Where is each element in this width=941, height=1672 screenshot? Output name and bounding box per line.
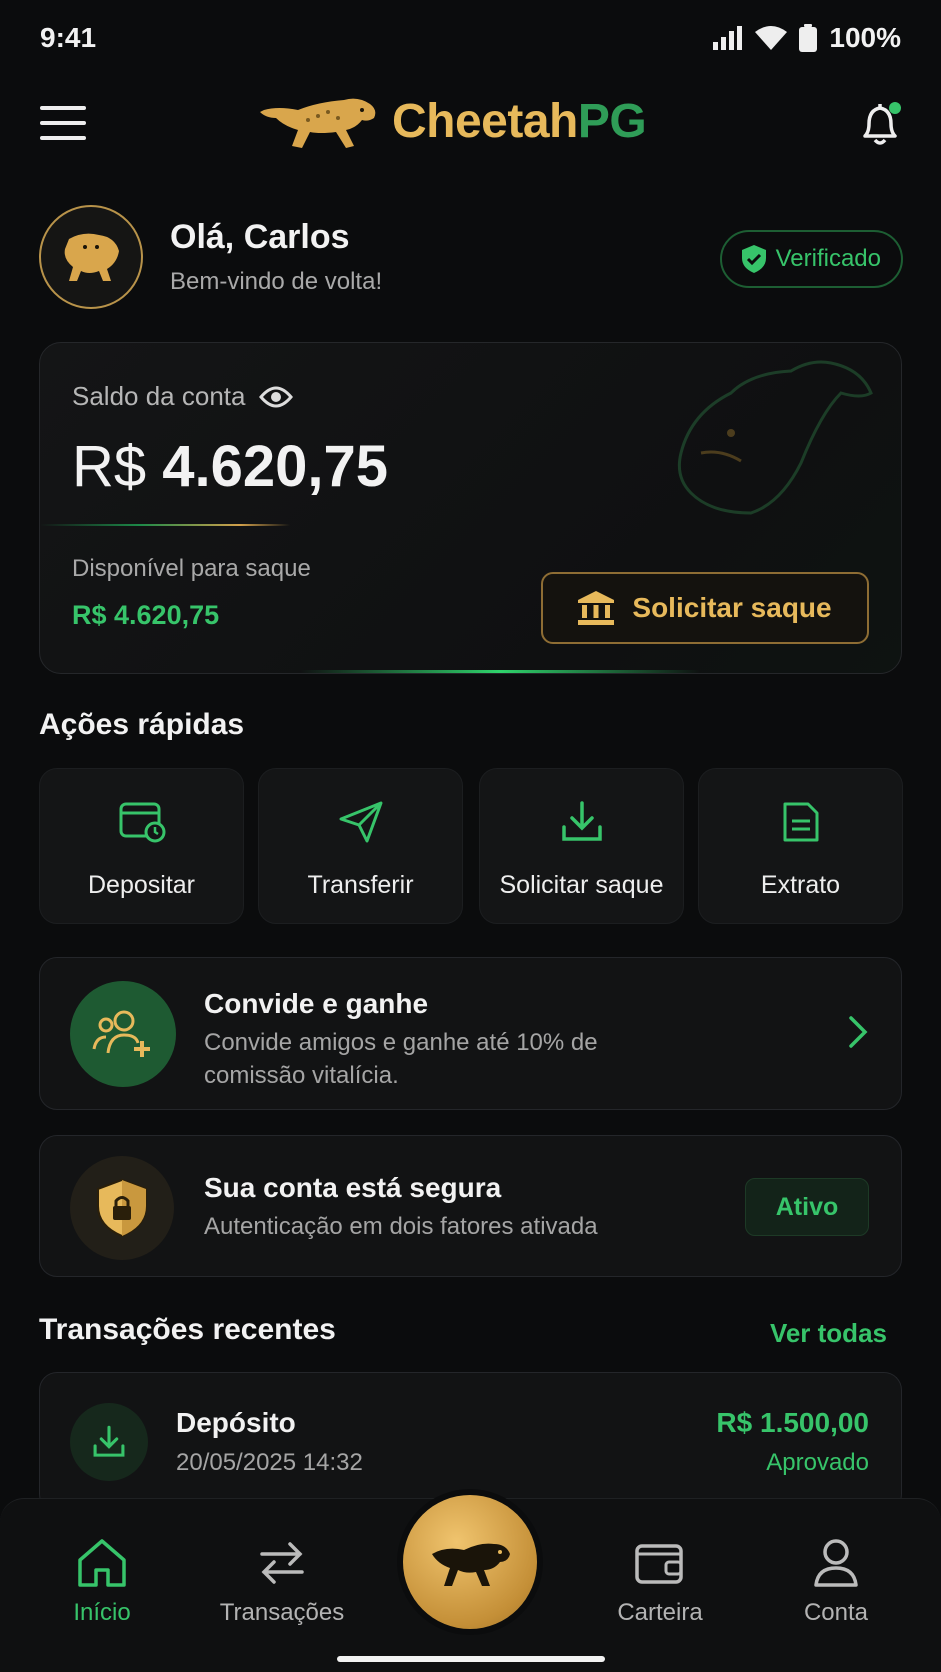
bottom-nav: Início Transações Carteira Conta <box>0 1495 941 1672</box>
balance-label-row: Saldo da conta <box>72 381 294 412</box>
status-bar: 9:41 100% <box>0 0 941 80</box>
signal-icon <box>713 26 743 50</box>
nav-home[interactable]: Início <box>22 1535 182 1627</box>
balance-card: Saldo da conta R$ 4.620,75 Disponível pa… <box>39 342 902 674</box>
quick-actions-title: Ações rápidas <box>39 708 245 741</box>
transaction-datetime: 20/05/2025 14:32 <box>176 1449 363 1476</box>
wallet-clock-icon <box>119 802 165 843</box>
verified-label: Verificado <box>775 245 881 272</box>
quick-action-deposit[interactable]: Depositar <box>39 768 244 924</box>
transaction-type: Depósito <box>176 1407 296 1438</box>
bank-icon <box>578 591 615 625</box>
nav-label: Transações <box>219 1599 345 1626</box>
quick-action-label: Transferir <box>307 871 414 899</box>
security-icon-circle <box>70 1156 174 1260</box>
send-icon <box>339 801 382 843</box>
wifi-icon <box>755 26 788 50</box>
battery-icon <box>799 24 818 52</box>
cheetah-logo-icon <box>260 98 376 148</box>
nav-transactions[interactable]: Transações <box>202 1535 362 1627</box>
invite-title: Convide e ganhe <box>204 988 429 1019</box>
users-add-icon <box>92 1010 150 1057</box>
chevron-right-icon <box>849 1016 868 1048</box>
quick-action-label: Extrato <box>760 871 841 899</box>
withdraw-button[interactable]: Solicitar saque <box>541 572 869 644</box>
avatar[interactable] <box>39 205 143 309</box>
quick-action-statement[interactable]: Extrato <box>698 768 903 924</box>
arrows-icon <box>260 1542 304 1584</box>
nav-label: Início <box>73 1599 131 1626</box>
quick-action-withdraw[interactable]: Solicitar saque <box>479 768 684 924</box>
wallet-icon <box>635 1544 683 1584</box>
invite-icon-circle <box>70 981 176 1087</box>
transaction-icon-circle <box>70 1403 148 1481</box>
withdraw-button-label: Solicitar saque <box>632 592 832 623</box>
verified-badge: Verificado <box>719 230 903 288</box>
balance-glow <box>300 670 700 673</box>
invite-description: Convide amigos e ganhe até 10% de comiss… <box>204 1029 598 1089</box>
cheetah-watermark-icon <box>677 360 873 515</box>
battery-percentage: 100% <box>829 22 901 53</box>
menu-button[interactable] <box>40 106 86 140</box>
transactions-title: Transações recentes <box>39 1313 336 1346</box>
balance-divider <box>40 524 290 526</box>
nav-wallet[interactable]: Carteira <box>580 1535 740 1627</box>
security-description: Autenticação em dois fatores ativada <box>204 1213 598 1240</box>
logo-wordmark: CheetahPG <box>392 94 647 148</box>
security-card: Sua conta está segura Autenticação em do… <box>39 1135 902 1277</box>
notifications-button[interactable] <box>857 100 903 150</box>
quick-action-transfer[interactable]: Transferir <box>258 768 463 924</box>
available-value: R$ 4.620,75 <box>72 600 220 630</box>
app-logo: CheetahPG <box>258 88 647 154</box>
cheetah-icon <box>432 1543 510 1586</box>
security-title: Sua conta está segura <box>204 1172 502 1203</box>
balance-label: Saldo da conta <box>72 381 246 411</box>
center-action-button[interactable] <box>403 1495 537 1629</box>
available-label: Disponível para saque <box>72 555 311 582</box>
security-status-badge: Ativo <box>745 1178 869 1236</box>
nav-account[interactable]: Conta <box>756 1535 916 1627</box>
quick-action-label: Depositar <box>88 871 195 899</box>
home-icon <box>78 1539 126 1587</box>
cheetah-avatar-icon <box>64 233 119 281</box>
transaction-status: Aprovado <box>766 1449 869 1476</box>
download-icon <box>561 801 602 841</box>
bell-icon <box>863 102 901 145</box>
status-icons: 100% <box>713 22 901 54</box>
nav-label: Carteira <box>617 1599 703 1626</box>
see-all-link[interactable]: Ver todas <box>770 1318 887 1349</box>
user-icon <box>814 1539 858 1587</box>
nav-label: Conta <box>803 1599 869 1626</box>
greeting-subtitle: Bem-vindo de volta! <box>170 268 383 295</box>
status-time: 9:41 <box>40 22 97 53</box>
quick-action-label: Solicitar saque <box>499 871 664 899</box>
home-indicator[interactable] <box>337 1656 605 1662</box>
shield-lock-icon <box>97 1178 147 1238</box>
download-icon <box>93 1425 125 1457</box>
transaction-row[interactable]: Depósito 20/05/2025 14:32 R$ 1.500,00 Ap… <box>39 1372 902 1512</box>
shield-check-icon <box>741 245 766 273</box>
greeting-title: Olá, Carlos <box>170 218 350 256</box>
document-icon <box>783 802 818 842</box>
transaction-amount: R$ 1.500,00 <box>716 1407 869 1438</box>
invite-card[interactable]: Convide e ganhe Convide amigos e ganhe a… <box>39 957 902 1110</box>
eye-icon[interactable] <box>259 385 294 409</box>
balance-amount: R$ 4.620,75 <box>72 434 389 499</box>
